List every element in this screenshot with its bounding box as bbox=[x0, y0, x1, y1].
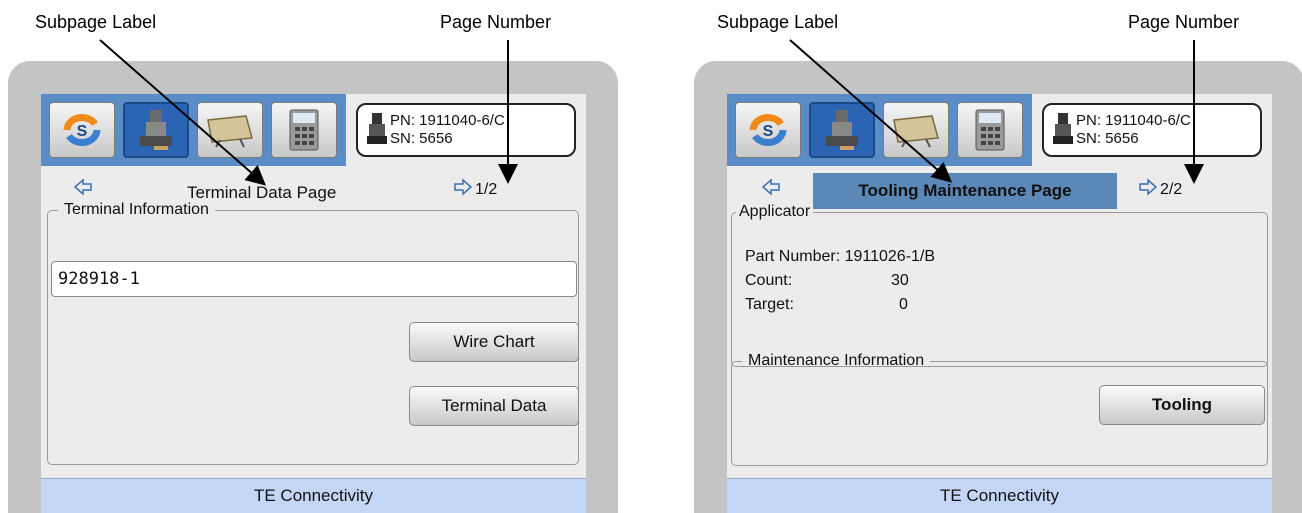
sync-button[interactable]: S bbox=[735, 102, 801, 158]
part-number-text: PN: 1911040-6/C bbox=[390, 112, 505, 129]
terminal-data-screen: S PN: 1911040-6/C SN: 5656 Terminal Data… bbox=[41, 94, 586, 513]
machine-icon bbox=[1053, 113, 1073, 144]
next-page-arrow-icon[interactable] bbox=[1138, 177, 1158, 197]
toolbar: S bbox=[41, 94, 346, 166]
page-number-callout: Page Number bbox=[1128, 12, 1240, 32]
tooling-button[interactable] bbox=[197, 102, 263, 158]
applicator-part-number: Part Number: 1911026-1/B bbox=[745, 248, 936, 265]
terminal-data-button[interactable]: Terminal Data bbox=[409, 386, 579, 426]
svg-text:S: S bbox=[77, 123, 88, 140]
subpage-label-callout: Subpage Label bbox=[35, 12, 157, 32]
footer-bar: TE Connectivity bbox=[41, 478, 586, 513]
applicator-group: Applicator bbox=[731, 203, 1268, 367]
footer-bar: TE Connectivity bbox=[727, 478, 1272, 513]
subpage-label: Terminal Data Page bbox=[187, 183, 337, 202]
applicator-button[interactable] bbox=[809, 102, 875, 158]
tooling-button[interactable] bbox=[883, 102, 949, 158]
applicator-icon bbox=[140, 110, 172, 150]
target-label: Target: bbox=[745, 296, 794, 313]
calculator-icon bbox=[975, 109, 1005, 151]
group-title: Applicator bbox=[739, 203, 811, 220]
sync-button[interactable]: S bbox=[49, 102, 115, 158]
applicator-button[interactable] bbox=[123, 102, 189, 158]
count-value: 30 bbox=[891, 272, 909, 289]
toolbar: S bbox=[727, 94, 1032, 166]
subpage-label-callout: Subpage Label bbox=[717, 12, 839, 32]
tooling-icon bbox=[893, 115, 939, 148]
svg-text:S: S bbox=[763, 123, 774, 140]
machine-info-box: PN: 1911040-6/C SN: 5656 bbox=[1042, 103, 1262, 157]
wire-chart-button[interactable]: Wire Chart bbox=[409, 322, 579, 362]
part-number-text: PN: 1911040-6/C bbox=[1076, 112, 1191, 129]
serial-number-text: SN: 5656 bbox=[1076, 130, 1139, 147]
page-number: 1/2 bbox=[475, 181, 498, 198]
calculator-button[interactable] bbox=[957, 102, 1023, 158]
page-number-callout: Page Number bbox=[440, 12, 552, 32]
tooling-icon bbox=[207, 115, 253, 148]
calculator-icon bbox=[289, 109, 319, 151]
target-value: 0 bbox=[899, 296, 908, 313]
machine-icon bbox=[367, 113, 387, 144]
group-title: Maintenance Information bbox=[748, 352, 925, 369]
sync-icon: S bbox=[63, 113, 101, 147]
machine-info-box: PN: 1911040-6/C SN: 5656 bbox=[356, 103, 576, 157]
page-number: 2/2 bbox=[1160, 181, 1183, 198]
next-page-arrow-icon[interactable] bbox=[453, 177, 473, 197]
previous-page-arrow-icon[interactable] bbox=[761, 177, 781, 197]
tooling-maintenance-screen: S PN: 1911040-6/C SN: 5656 Tooling Maint… bbox=[727, 94, 1272, 513]
sync-icon: S bbox=[749, 113, 787, 147]
count-label: Count: bbox=[745, 272, 793, 289]
previous-page-arrow-icon[interactable] bbox=[73, 177, 93, 197]
calculator-button[interactable] bbox=[271, 102, 337, 158]
terminal-part-field[interactable]: 928918-1 bbox=[51, 261, 577, 297]
applicator-icon bbox=[826, 110, 858, 150]
tooling-button[interactable]: Tooling bbox=[1099, 385, 1265, 425]
device-bezel-left: S PN: 1911040-6/C SN: 5656 Terminal Data… bbox=[8, 61, 618, 513]
serial-number-text: SN: 5656 bbox=[390, 130, 453, 147]
device-bezel-right: S PN: 1911040-6/C SN: 5656 Tooling Maint… bbox=[694, 61, 1302, 513]
group-title: Terminal Information bbox=[64, 201, 209, 218]
